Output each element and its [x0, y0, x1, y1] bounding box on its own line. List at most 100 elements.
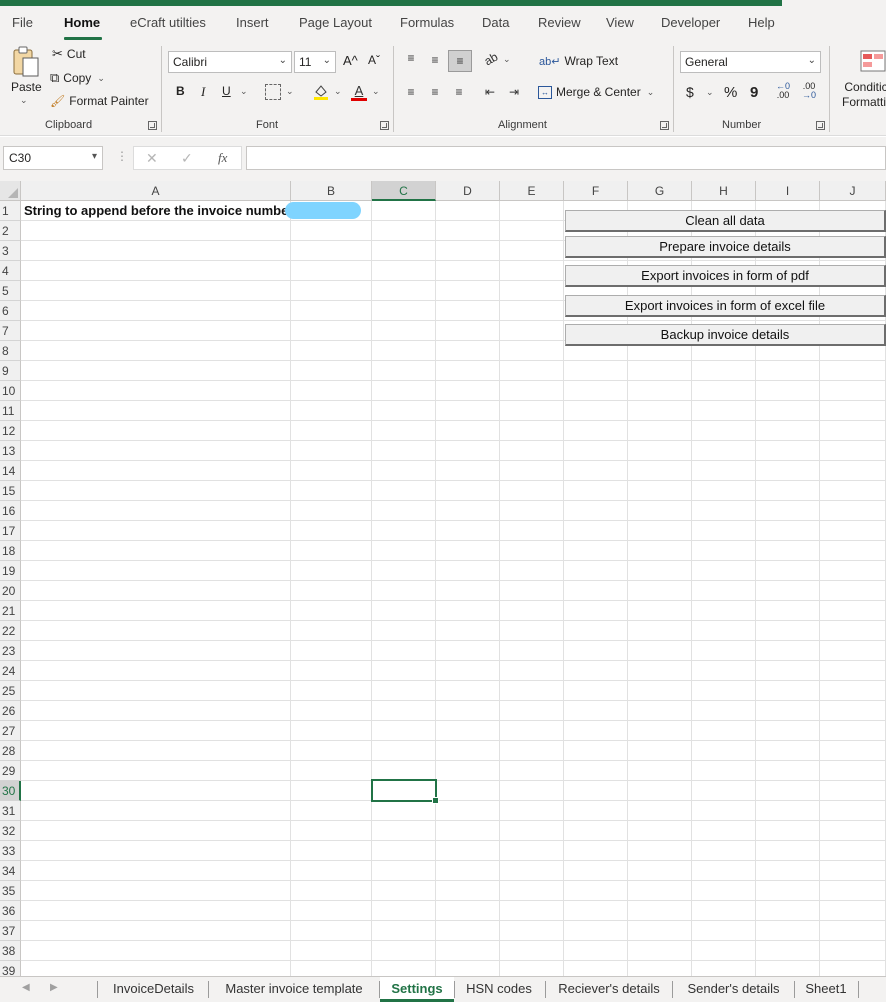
row-header-28[interactable]: 28 [0, 741, 21, 761]
column-header-j[interactable]: J [820, 181, 886, 201]
formula-input[interactable] [246, 146, 886, 170]
row-header-6[interactable]: 6 [0, 301, 21, 321]
sheet-tab-settings[interactable]: Settings [380, 977, 454, 1002]
tab-ecraft-utilities[interactable]: eCraft utilties [130, 15, 206, 30]
fill-color-dropdown-icon[interactable]: ⌄ [334, 86, 342, 97]
currency-dropdown-icon[interactable]: ⌄ [706, 87, 714, 98]
tab-developer[interactable]: Developer [661, 15, 720, 30]
paste-dropdown-icon[interactable]: ⌄ [20, 95, 28, 106]
row-header-24[interactable]: 24 [0, 661, 21, 681]
underline-dropdown-icon[interactable]: ⌄ [240, 86, 248, 97]
scroll-tabs-left-icon[interactable]: ◀ [22, 982, 30, 993]
copy-dropdown-icon[interactable]: ⌄ [97, 73, 105, 84]
column-header-d[interactable]: D [436, 181, 500, 201]
row-header-12[interactable]: 12 [0, 421, 21, 441]
row-header-1[interactable]: 1 [0, 201, 21, 221]
prepare-invoice-details-button[interactable]: Prepare invoice details [565, 236, 886, 258]
decrease-indent-icon[interactable]: ⇤ [483, 84, 497, 100]
italic-button[interactable]: I [201, 84, 205, 100]
scroll-tabs-right-icon[interactable]: ▶ [50, 982, 58, 993]
borders-icon[interactable] [265, 84, 281, 100]
grow-font-button[interactable]: A^ [343, 53, 358, 68]
row-header-25[interactable]: 25 [0, 681, 21, 701]
alignment-launcher-icon[interactable] [660, 121, 669, 130]
comma-style-button[interactable]: 9 [750, 84, 758, 101]
column-header-i[interactable]: I [756, 181, 820, 201]
tab-view[interactable]: View [606, 15, 634, 30]
row-header-9[interactable]: 9 [0, 361, 21, 381]
column-header-g[interactable]: G [628, 181, 692, 201]
sheet-tab-hsn-codes[interactable]: HSN codes [455, 977, 543, 1002]
row-header-29[interactable]: 29 [0, 761, 21, 781]
row-header-14[interactable]: 14 [0, 461, 21, 481]
row-header-2[interactable]: 2 [0, 221, 21, 241]
active-cell-cursor[interactable] [371, 779, 439, 804]
fill-color-icon[interactable] [312, 83, 330, 101]
column-header-e[interactable]: E [500, 181, 564, 201]
align-center-icon[interactable]: ≡ [428, 84, 442, 100]
cut-button[interactable]: ✂ Cut [52, 46, 86, 62]
align-left-icon[interactable]: ≡ [404, 84, 418, 100]
shrink-font-button[interactable]: Aˇ [368, 53, 380, 67]
increase-decimal-button[interactable]: ←0.00 [776, 82, 790, 100]
font-name-select[interactable]: Calibri ⌄ [168, 51, 292, 73]
sheet-tab-sheet1[interactable]: Sheet1 [795, 977, 857, 1002]
row-header-16[interactable]: 16 [0, 501, 21, 521]
row-header-13[interactable]: 13 [0, 441, 21, 461]
name-box[interactable]: C30 ▾ [3, 146, 103, 170]
column-header-a[interactable]: A [21, 181, 291, 201]
clean-all-data-button[interactable]: Clean all data [565, 210, 886, 232]
font-size-select[interactable]: 11 ⌄ [294, 51, 336, 73]
row-header-30[interactable]: 30 [0, 781, 21, 801]
conditional-formatting-icon[interactable] [860, 48, 886, 74]
sheet-tab-reciever-s-details[interactable]: Reciever's details [546, 977, 672, 1002]
row-header-20[interactable]: 20 [0, 581, 21, 601]
tab-data[interactable]: Data [482, 15, 509, 30]
merge-center-button[interactable]: ↔ Merge & Center ⌄ [538, 85, 654, 99]
underline-button[interactable]: U [222, 84, 231, 98]
tab-home[interactable]: Home [64, 15, 100, 30]
row-header-21[interactable]: 21 [0, 601, 21, 621]
insert-function-icon[interactable]: fx [218, 150, 227, 166]
column-header-c[interactable]: C [372, 181, 436, 201]
sheet-tab-master-invoice-template[interactable]: Master invoice template [209, 977, 379, 1002]
row-header-33[interactable]: 33 [0, 841, 21, 861]
row-header-8[interactable]: 8 [0, 341, 21, 361]
decrease-decimal-button[interactable]: .00 →0 [802, 82, 816, 100]
enter-icon[interactable]: ✓ [181, 150, 193, 167]
cell-a1[interactable]: String to append before the invoice numb… [24, 203, 290, 218]
orientation-dropdown-icon[interactable]: ⌄ [503, 54, 511, 65]
row-header-32[interactable]: 32 [0, 821, 21, 841]
percent-button[interactable]: % [724, 84, 737, 101]
font-launcher-icon[interactable] [380, 121, 389, 130]
row-header-22[interactable]: 22 [0, 621, 21, 641]
row-header-3[interactable]: 3 [0, 241, 21, 261]
align-right-icon[interactable]: ≡ [452, 84, 466, 100]
clipboard-launcher-icon[interactable] [148, 121, 157, 130]
formula-bar-grip-icon[interactable]: ⋮ [116, 149, 128, 163]
align-middle-icon[interactable]: ≡ [428, 52, 442, 68]
row-header-18[interactable]: 18 [0, 541, 21, 561]
row-header-36[interactable]: 36 [0, 901, 21, 921]
font-color-dropdown-icon[interactable]: ⌄ [372, 86, 380, 97]
orientation-icon[interactable]: ab [479, 47, 504, 72]
row-header-4[interactable]: 4 [0, 261, 21, 281]
align-bottom-icon[interactable]: ≡ [448, 50, 472, 72]
select-all-button[interactable] [0, 181, 21, 201]
row-header-23[interactable]: 23 [0, 641, 21, 661]
tab-help[interactable]: Help [748, 15, 775, 30]
row-header-26[interactable]: 26 [0, 701, 21, 721]
tab-insert[interactable]: Insert [236, 15, 269, 30]
export-pdf-button[interactable]: Export invoices in form of pdf [565, 265, 886, 287]
cancel-icon[interactable]: ✕ [146, 150, 158, 167]
row-header-7[interactable]: 7 [0, 321, 21, 341]
row-header-34[interactable]: 34 [0, 861, 21, 881]
currency-button[interactable]: $ [686, 84, 694, 100]
row-header-15[interactable]: 15 [0, 481, 21, 501]
sheet-tab-invoicedetails[interactable]: InvoiceDetails [98, 977, 209, 1002]
number-format-select[interactable]: General ⌄ [680, 51, 821, 73]
sheet-tab-sender-s-details[interactable]: Sender's details [673, 977, 794, 1002]
merge-dropdown-icon[interactable]: ⌄ [647, 87, 655, 98]
row-header-17[interactable]: 17 [0, 521, 21, 541]
conditional-formatting-button[interactable]: Conditic Formattir [842, 80, 886, 110]
